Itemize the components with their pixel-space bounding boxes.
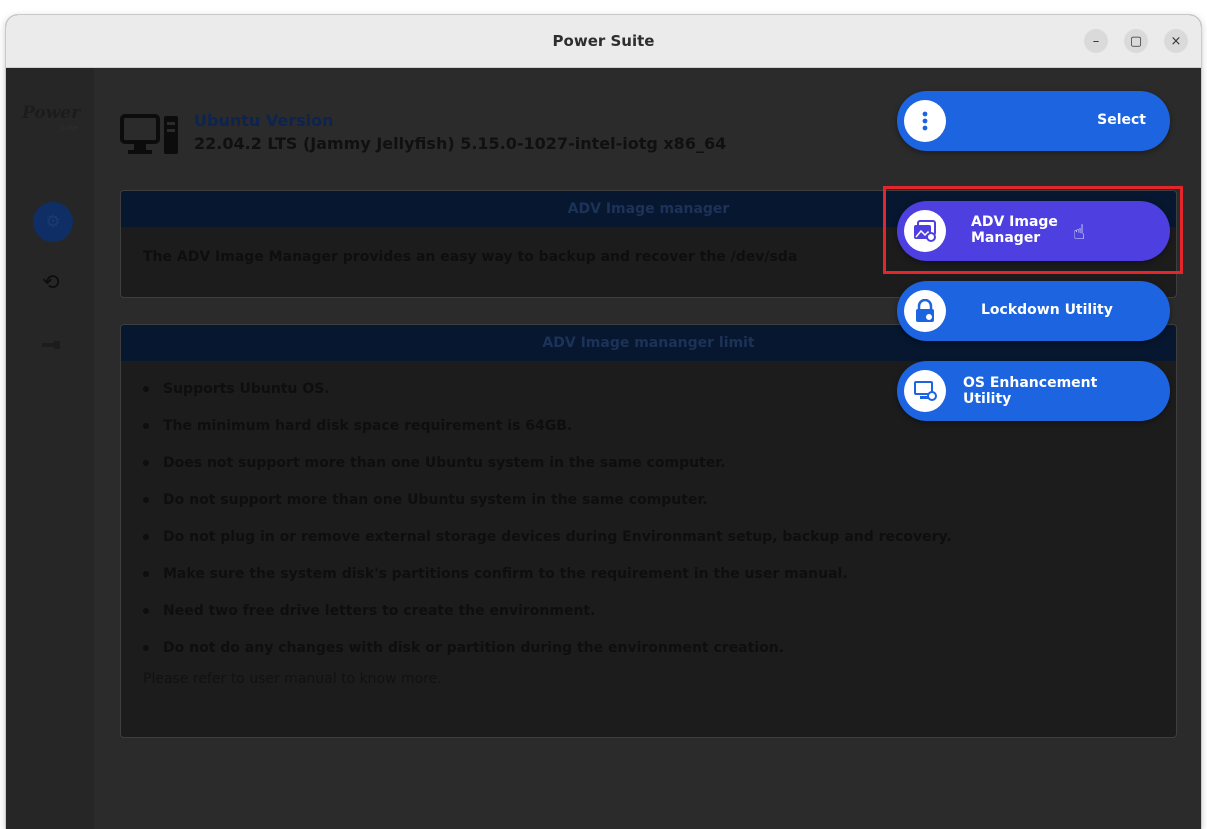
app-logo-sub: Suite: [60, 124, 78, 132]
app-content: Power Suite ⚙ ⟲ Ubuntu Version 22.04.2 L…: [6, 68, 1201, 829]
bullet-icon: [143, 571, 149, 577]
select-label: Select: [1097, 112, 1146, 128]
bullet-icon: [143, 423, 149, 429]
sidebar-item-usb[interactable]: [42, 336, 60, 354]
os-enhancement-utility-button[interactable]: OS Enhancement Utility: [897, 361, 1170, 421]
monitor-settings-icon: [904, 370, 946, 412]
list-item: Need two free drive letters to create th…: [143, 593, 1176, 630]
gear-icon: ⚙: [45, 212, 61, 232]
os-enhancement-utility-label: OS Enhancement Utility: [963, 375, 1098, 407]
version-value: 22.04.2 LTS (Jammy Jellyfish) 5.15.0-102…: [194, 134, 727, 153]
lockdown-utility-label: Lockdown Utility: [981, 302, 1113, 318]
list-item: Make sure the system disk's partitions c…: [143, 556, 1176, 593]
bullet-icon: [143, 460, 149, 466]
window-title: Power Suite: [552, 32, 655, 50]
more-vertical-icon: [904, 100, 946, 142]
highlight-box: [883, 186, 1183, 274]
list-item: Does not support more than one Ubuntu sy…: [143, 445, 1176, 482]
list-item: Do not support more than one Ubuntu syst…: [143, 482, 1176, 519]
list-item: Do not plug in or remove external storag…: [143, 519, 1176, 556]
lockdown-utility-button[interactable]: Lockdown Utility: [897, 281, 1170, 341]
version-label: Ubuntu Version: [194, 111, 334, 130]
maximize-button[interactable]: ▢: [1124, 29, 1148, 53]
bullet-icon: [143, 497, 149, 503]
list-item: Do not do any changes with disk or parti…: [143, 630, 1176, 667]
computer-icon: [120, 114, 178, 154]
bullet-icon: [143, 608, 149, 614]
close-button[interactable]: ×: [1164, 29, 1188, 53]
bullet-icon: [143, 645, 149, 651]
sidebar: Power Suite ⚙ ⟲: [6, 68, 94, 829]
minimize-button[interactable]: –: [1084, 29, 1108, 53]
sidebar-item-settings[interactable]: ⚙: [33, 202, 73, 242]
bullet-icon: [143, 386, 149, 392]
app-logo: Power: [22, 103, 81, 123]
select-button[interactable]: Select: [897, 91, 1170, 151]
bullet-icon: [143, 534, 149, 540]
limit-footnote: Please refer to user manual to know more…: [143, 671, 442, 687]
usb-icon: [42, 341, 60, 349]
lock-settings-icon: [904, 290, 946, 332]
main-area: Ubuntu Version 22.04.2 LTS (Jammy Jellyf…: [94, 68, 1201, 829]
restore-icon: ⟲: [42, 270, 60, 294]
title-bar: Power Suite – ▢ ×: [6, 15, 1201, 68]
sidebar-item-restore[interactable]: ⟲: [42, 270, 60, 294]
